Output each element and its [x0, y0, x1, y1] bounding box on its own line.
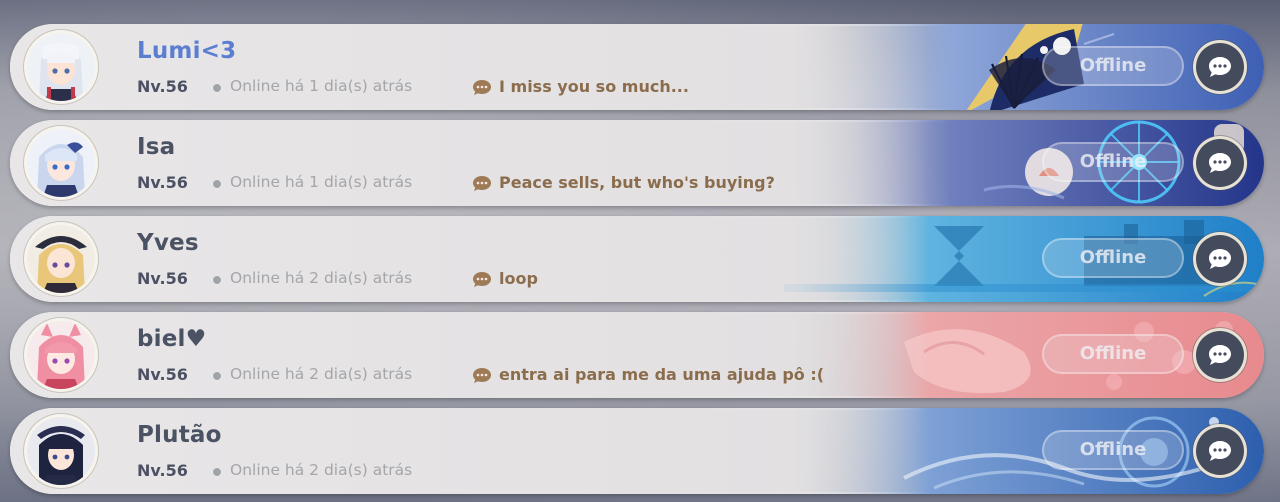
offline-dot-icon [212, 467, 222, 477]
adventure-rank: Nv.56 [137, 77, 188, 96]
chat-icon [1209, 57, 1231, 77]
status-badge: Offline [1042, 46, 1184, 86]
blonde-hat-girl-avatar[interactable] [27, 225, 95, 293]
friend-name: biel♥ [137, 326, 207, 352]
last-online-text: Online há 2 dia(s) atrás [230, 365, 413, 383]
adventure-rank: Nv.56 [137, 365, 188, 384]
chat-icon [1209, 441, 1231, 461]
last-online-text: Online há 1 dia(s) atrás [230, 77, 413, 95]
friend-card[interactable]: Lumi<3 Nv.56 Online há 1 dia(s) atrás I … [10, 24, 1264, 110]
chat-button[interactable] [1196, 139, 1244, 187]
friend-signature: I miss you so much... [499, 77, 689, 96]
friend-signature: Peace sells, but who's buying? [499, 173, 775, 192]
adventure-rank: Nv.56 [137, 461, 188, 480]
offline-dot-icon [212, 83, 222, 93]
dark-hair-boy-avatar[interactable] [27, 417, 95, 485]
chat-icon [1209, 249, 1231, 269]
speech-bubble-icon [473, 272, 491, 287]
adventure-rank: Nv.56 [137, 269, 188, 288]
chat-button[interactable] [1196, 427, 1244, 475]
chat-button[interactable] [1196, 235, 1244, 283]
status-badge: Offline [1042, 430, 1184, 470]
friend-card[interactable]: Yves Nv.56 Online há 2 dia(s) atrás loop… [10, 216, 1264, 302]
speech-bubble-icon [473, 80, 491, 95]
friend-list: Lumi<3 Nv.56 Online há 1 dia(s) atrás I … [0, 0, 1280, 502]
status-badge: Offline [1042, 334, 1184, 374]
last-online-text: Online há 2 dia(s) atrás [230, 269, 413, 287]
offline-dot-icon [212, 371, 222, 381]
chat-button[interactable] [1196, 43, 1244, 91]
friend-card[interactable]: Isa Nv.56 Online há 1 dia(s) atrás Peace… [10, 120, 1264, 206]
last-online-text: Online há 2 dia(s) atrás [230, 461, 413, 479]
speech-bubble-icon [473, 368, 491, 383]
status-badge: Offline [1042, 238, 1184, 278]
chat-icon [1209, 345, 1231, 365]
friend-name: Plutão [137, 422, 222, 448]
offline-dot-icon [212, 275, 222, 285]
speech-bubble-icon [473, 176, 491, 191]
adventure-rank: Nv.56 [137, 173, 188, 192]
status-badge: Offline [1042, 142, 1184, 182]
friend-name: Isa [137, 134, 176, 160]
friend-name: Lumi<3 [137, 38, 237, 64]
friend-signature: entra ai para me da uma ajuda pô :( [499, 365, 825, 384]
last-online-text: Online há 1 dia(s) atrás [230, 173, 413, 191]
friend-name: Yves [137, 230, 199, 256]
white-hair-girl-avatar[interactable] [27, 33, 95, 101]
friend-signature: loop [499, 269, 538, 288]
silver-blue-hair-girl-avatar[interactable] [27, 129, 95, 197]
chat-button[interactable] [1196, 331, 1244, 379]
pink-hair-girl-avatar[interactable] [27, 321, 95, 389]
friend-card[interactable]: biel♥ Nv.56 Online há 2 dia(s) atrás ent… [10, 312, 1264, 398]
friend-card[interactable]: Plutão Nv.56 Online há 2 dia(s) atrás Of… [10, 408, 1264, 494]
offline-dot-icon [212, 179, 222, 189]
chat-icon [1209, 153, 1231, 173]
